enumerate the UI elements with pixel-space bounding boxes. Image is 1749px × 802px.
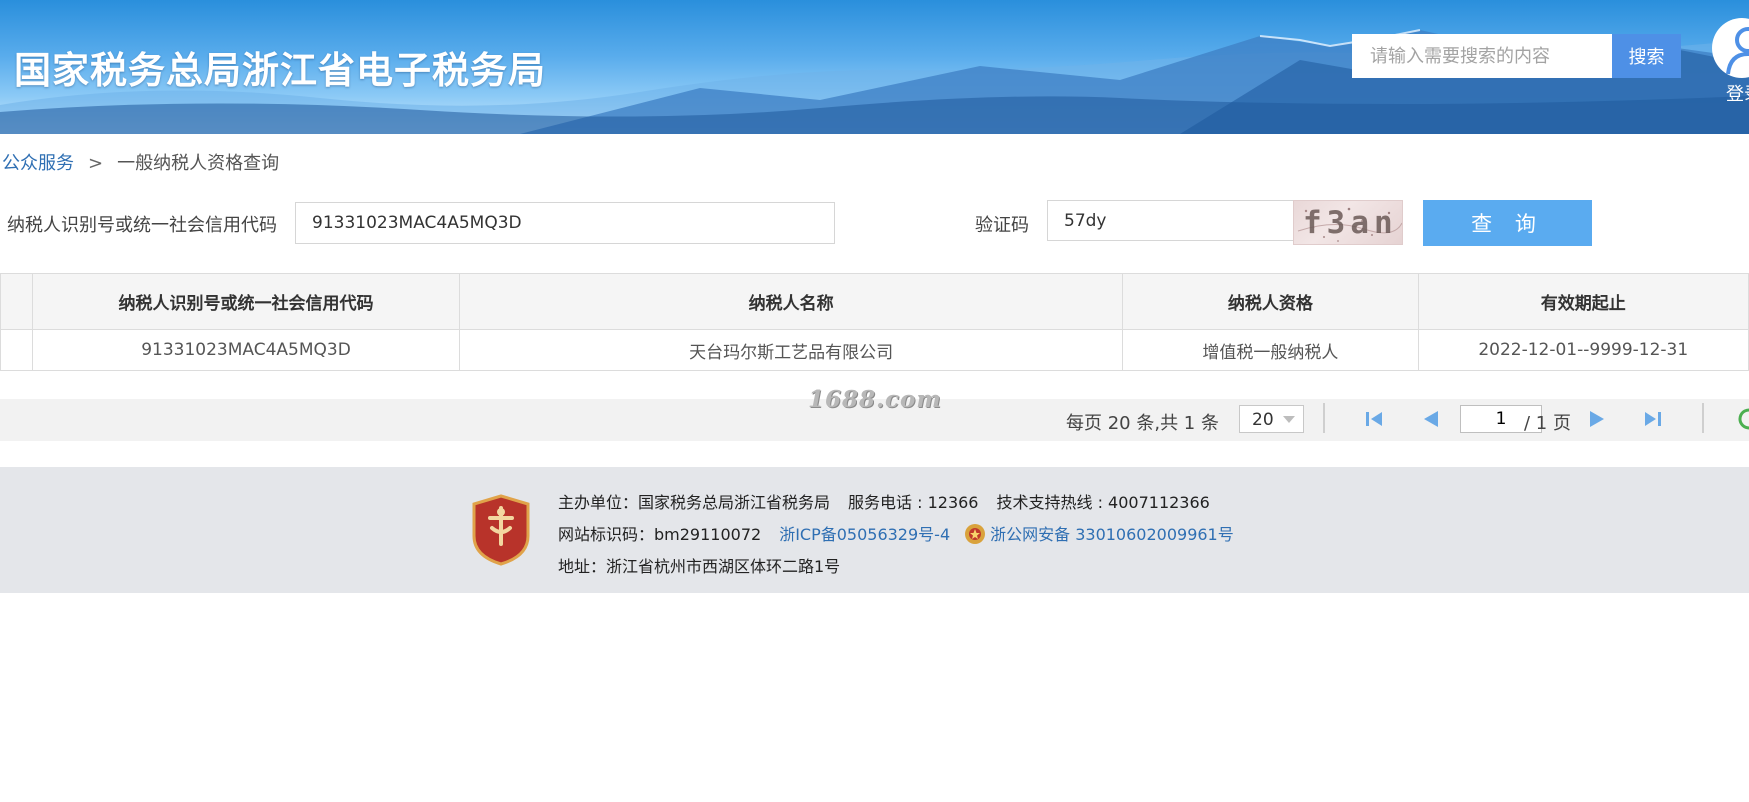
cell-index	[0, 329, 34, 371]
cell-validity-period: 2022-12-01--9999-12-31	[1417, 329, 1749, 371]
column-header-validity-period: 有效期起止	[1417, 273, 1749, 330]
footer-site-id: 网站标识码：bm29110072	[558, 525, 762, 544]
breadcrumb-current-page: 一般纳税人资格查询	[117, 153, 280, 174]
refresh-icon[interactable]	[1736, 406, 1749, 432]
query-button[interactable]: 查 询	[1423, 200, 1592, 246]
footer-line-registration: 网站标识码：bm29110072 浙ICP备05056329号-4 浙公网安备 3…	[558, 521, 1234, 546]
next-page-icon[interactable]	[1584, 406, 1610, 432]
site-search-input[interactable]	[1352, 34, 1612, 78]
cell-taxpayer-id: 91331023MAC4A5MQ3D	[32, 329, 460, 371]
police-badge-icon	[965, 524, 986, 544]
column-header-index	[0, 273, 34, 330]
results-table: 纳税人识别号或统一社会信用代码 纳税人名称 纳税人资格 有效期起止 913310…	[0, 273, 1749, 371]
breadcrumb: 公众服务 > 一般纳税人资格查询	[2, 149, 279, 175]
footer-icp-link[interactable]: 浙ICP备05056329号-4	[779, 525, 950, 544]
captcha-image[interactable]: f3an	[1293, 200, 1403, 245]
cell-qualification: 增值税一般纳税人	[1122, 329, 1419, 371]
site-footer: 主办单位：国家税务总局浙江省税务局 服务电话 : 12366 技术支持热线 : 40…	[0, 467, 1749, 593]
breadcrumb-separator: >	[88, 153, 104, 174]
cell-taxpayer-name: 天台玛尔斯工艺品有限公司	[458, 329, 1124, 371]
column-header-taxpayer-id: 纳税人识别号或统一社会信用代码	[32, 273, 460, 330]
column-header-qualification: 纳税人资格	[1122, 273, 1419, 330]
table-header-row: 纳税人识别号或统一社会信用代码 纳税人名称 纳税人资格 有效期起止	[0, 273, 1749, 330]
login-label: 登录	[1726, 84, 1749, 105]
footer-address: 地址：浙江省杭州市西湖区体环二路1号	[558, 557, 841, 576]
site-title: 国家税务总局浙江省电子税务局	[14, 49, 546, 92]
last-page-icon[interactable]	[1640, 406, 1666, 432]
footer-line-host: 主办单位：国家税务总局浙江省税务局 服务电话 : 12366 技术支持热线 : 40…	[558, 489, 1210, 513]
page-size-select[interactable]: 20	[1239, 405, 1304, 433]
chevron-down-icon	[1283, 416, 1295, 423]
breadcrumb-public-service-link[interactable]: 公众服务	[2, 153, 74, 174]
column-header-taxpayer-name: 纳税人名称	[458, 273, 1124, 330]
footer-police-record-link[interactable]: 浙公网安备 33010602009961号	[990, 525, 1234, 544]
captcha-label: 验证码	[975, 215, 1029, 236]
user-avatar-icon	[1712, 18, 1749, 78]
table-row: 91331023MAC4A5MQ3D 天台玛尔斯工艺品有限公司 增值税一般纳税人…	[0, 329, 1749, 371]
site-search-button[interactable]: 搜索	[1612, 34, 1681, 78]
party-government-emblem-icon[interactable]	[470, 494, 532, 566]
first-page-icon[interactable]	[1361, 406, 1387, 432]
pagination-summary: 每页 20 条,共 1 条	[1066, 413, 1219, 434]
captcha-input[interactable]	[1047, 200, 1297, 241]
watermark-text: 1688.com	[808, 386, 942, 413]
pagination-divider	[1323, 403, 1325, 433]
header-banner: 国家税务总局浙江省电子税务局 搜索 登录	[0, 0, 1749, 134]
login-button[interactable]: 登录	[1712, 18, 1749, 118]
footer-phone: 服务电话 : 12366	[848, 493, 979, 512]
page-size-value: 20	[1252, 410, 1274, 430]
taxpayer-id-input[interactable]	[295, 202, 835, 244]
footer-support: 技术支持热线 : 4007112366	[996, 493, 1210, 512]
previous-page-icon[interactable]	[1418, 406, 1444, 432]
taxpayer-id-label: 纳税人识别号或统一社会信用代码	[7, 215, 277, 236]
total-pages-text: / 1 页	[1524, 413, 1571, 434]
footer-host: 主办单位：国家税务总局浙江省税务局	[558, 493, 831, 512]
captcha-image-text: f3an	[1303, 205, 1398, 241]
pagination-divider	[1702, 403, 1704, 433]
